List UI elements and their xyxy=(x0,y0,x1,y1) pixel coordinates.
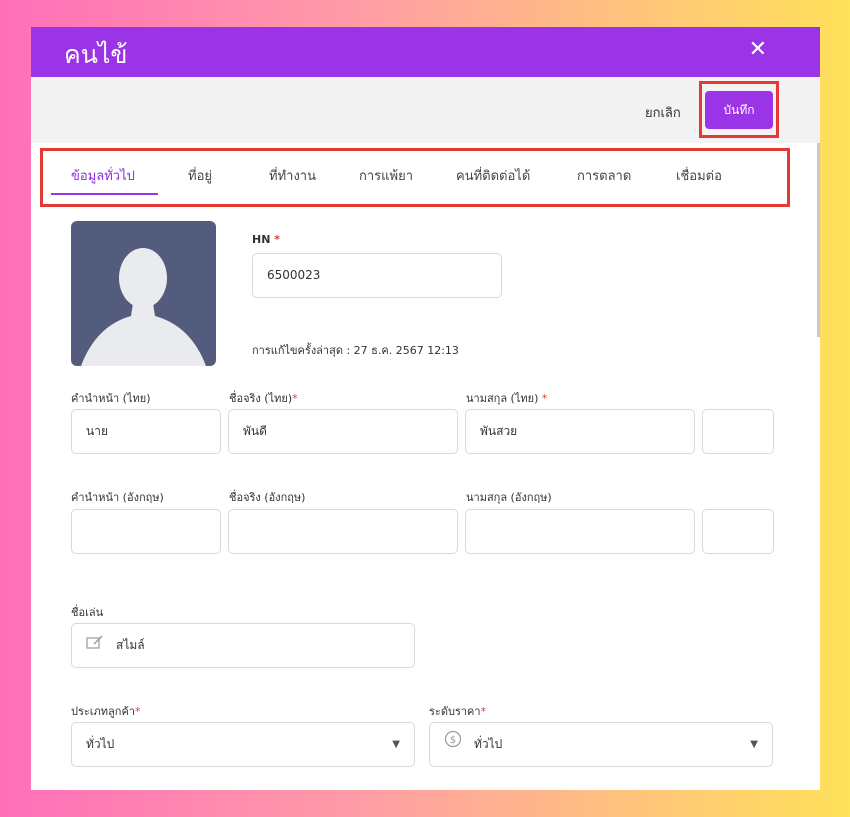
dollar-icon: $ xyxy=(444,723,462,766)
hn-label: HN * xyxy=(252,233,280,246)
tab-connect[interactable]: เชื่อมต่อ xyxy=(676,165,722,186)
hn-field[interactable]: 6500023 xyxy=(252,253,502,298)
chevron-down-icon: ▼ xyxy=(392,739,400,750)
price-level-value: ทั่วไป xyxy=(474,737,503,751)
suffix-eng-field[interactable] xyxy=(702,509,774,554)
required-mark: * xyxy=(292,392,298,405)
patient-dialog: คนไข้ ✕ ยกเลิก บันทึก ข้อมูลทั่วไป ที่อย… xyxy=(31,27,820,790)
required-mark: * xyxy=(274,233,281,246)
customer-type-select[interactable]: ทั่วไป ▼ xyxy=(71,722,415,767)
customer-type-label: ประเภทลูกค้า* xyxy=(71,702,141,720)
edit-icon xyxy=(86,624,104,667)
suffix-thai-field[interactable] xyxy=(702,409,774,454)
close-icon[interactable]: ✕ xyxy=(749,37,767,62)
last-name-eng-field[interactable] xyxy=(465,509,695,554)
last-name-eng-label: นามสกุล (อังกฤษ) xyxy=(466,491,552,504)
prefix-thai-label: คำนำหน้า (ไทย) xyxy=(71,392,151,405)
price-level-label: ระดับราคา* xyxy=(429,702,486,720)
required-mark: * xyxy=(541,392,548,405)
active-tab-indicator xyxy=(51,193,158,195)
customer-type-value: ทั่วไป xyxy=(86,737,115,751)
dialog-header: คนไข้ ✕ xyxy=(31,27,820,77)
avatar[interactable] xyxy=(71,221,216,366)
required-mark: * xyxy=(135,705,141,718)
chevron-down-icon: ▼ xyxy=(750,739,758,750)
first-name-eng-field[interactable] xyxy=(228,509,458,554)
last-edit-text: การแก้ไขครั้งล่าสุด : 27 ธ.ค. 2567 12:13 xyxy=(252,344,459,357)
prefix-eng-field[interactable] xyxy=(71,509,221,554)
required-mark: * xyxy=(480,705,487,718)
first-name-eng-label: ชื่อจริง (อังกฤษ) xyxy=(229,491,306,504)
tab-address[interactable]: ที่อยู่ xyxy=(188,165,212,186)
save-button[interactable]: บันทึก xyxy=(705,91,773,129)
nickname-label: ชื่อเล่น xyxy=(71,606,104,619)
hn-label-text: HN xyxy=(252,233,271,246)
price-level-label-text: ระดับราคา xyxy=(429,705,481,718)
last-name-thai-label-text: นามสกุล (ไทย) xyxy=(466,392,539,405)
tab-contacts[interactable]: คนที่ติดต่อได้ xyxy=(456,165,530,186)
cancel-button[interactable]: ยกเลิก xyxy=(645,102,681,123)
dialog-title: คนไข้ xyxy=(64,40,128,69)
tab-general[interactable]: ข้อมูลทั่วไป xyxy=(71,165,135,186)
action-bar: ยกเลิก บันทึก xyxy=(31,77,820,143)
svg-text:$: $ xyxy=(450,735,456,746)
nickname-field[interactable]: สไมล์ xyxy=(71,623,415,668)
prefix-thai-field[interactable]: นาย xyxy=(71,409,221,454)
person-silhouette-icon xyxy=(81,248,206,366)
last-name-thai-field[interactable]: พันสวย xyxy=(465,409,695,454)
tab-drug-allergy[interactable]: การแพ้ยา xyxy=(359,165,413,186)
first-name-thai-label-text: ชื่อจริง (ไทย) xyxy=(229,392,293,405)
price-level-select[interactable]: $ ทั่วไป ▼ xyxy=(429,722,773,767)
last-name-thai-label: นามสกุล (ไทย) * xyxy=(466,389,547,407)
first-name-thai-label: ชื่อจริง (ไทย)* xyxy=(229,389,298,407)
tab-marketing[interactable]: การตลาด xyxy=(577,165,631,186)
tab-bar: ข้อมูลทั่วไป ที่อยู่ ที่ทำงาน การแพ้ยา ค… xyxy=(51,161,781,197)
first-name-thai-field[interactable]: พันดี xyxy=(228,409,458,454)
nickname-value: สไมล์ xyxy=(116,638,145,652)
tab-workplace[interactable]: ที่ทำงาน xyxy=(269,165,316,186)
prefix-eng-label: คำนำหน้า (อังกฤษ) xyxy=(71,491,164,504)
customer-type-label-text: ประเภทลูกค้า xyxy=(71,705,135,718)
